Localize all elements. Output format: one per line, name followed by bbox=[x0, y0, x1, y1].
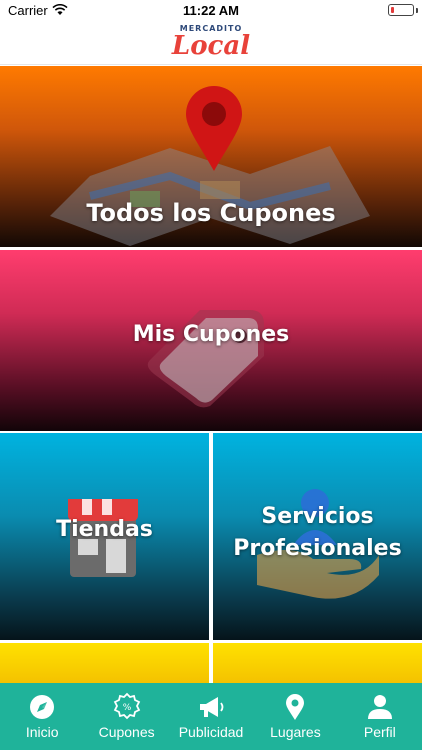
tab-lugares-label: Lugares bbox=[270, 724, 321, 740]
tile-todos-label: Todos los Cupones bbox=[86, 199, 336, 227]
tile-servicios-line1: Servicios bbox=[261, 504, 374, 529]
tab-perfil[interactable]: Perfil bbox=[338, 683, 422, 750]
tile-servicios-label: Servicios Profesionales bbox=[213, 501, 422, 565]
location-pin-icon bbox=[286, 694, 305, 720]
tab-publicidad[interactable]: Publicidad bbox=[169, 683, 253, 750]
tab-bar: Inicio % Cupones Publicidad Lugares Perf… bbox=[0, 683, 422, 750]
tile-tiendas-label: Tiendas bbox=[56, 517, 153, 542]
tag-icon bbox=[147, 310, 264, 408]
battery-icon bbox=[388, 4, 414, 16]
tab-perfil-label: Perfil bbox=[363, 724, 396, 740]
tile-servicios-profesionales[interactable]: Servicios Profesionales bbox=[213, 433, 422, 640]
battery-tip bbox=[416, 8, 418, 13]
compass-icon bbox=[30, 695, 55, 719]
battery-level bbox=[391, 7, 394, 13]
tab-lugares[interactable]: Lugares bbox=[253, 683, 337, 750]
svg-text:%: % bbox=[122, 703, 131, 713]
logo-main-text: Local bbox=[171, 31, 251, 61]
tile-mis-cupones[interactable]: Mis Cupones bbox=[0, 250, 422, 431]
tile-todos-los-cupones[interactable]: Todos los Cupones bbox=[0, 66, 422, 247]
status-time: 11:22 AM bbox=[183, 3, 239, 18]
tile-yellow-right[interactable] bbox=[213, 643, 422, 683]
tile-yellow-left[interactable] bbox=[0, 643, 209, 683]
app-header: MERCADITO Local bbox=[0, 22, 422, 65]
tile-mis-label: Mis Cupones bbox=[132, 322, 290, 347]
tab-cupones-label: Cupones bbox=[98, 724, 155, 740]
tile-servicios-line2: Profesionales bbox=[233, 536, 402, 561]
tab-cupones[interactable]: % Cupones bbox=[84, 683, 168, 750]
tab-inicio-label: Inicio bbox=[25, 724, 59, 740]
status-bar: Carrier 11:22 AM bbox=[0, 0, 422, 22]
megaphone-icon bbox=[200, 697, 224, 717]
tab-publicidad-label: Publicidad bbox=[178, 724, 244, 740]
tile-tiendas[interactable]: Tiendas bbox=[0, 433, 209, 640]
discount-badge-icon: % bbox=[113, 692, 140, 720]
person-icon bbox=[367, 695, 392, 719]
tab-inicio[interactable]: Inicio bbox=[0, 683, 84, 750]
